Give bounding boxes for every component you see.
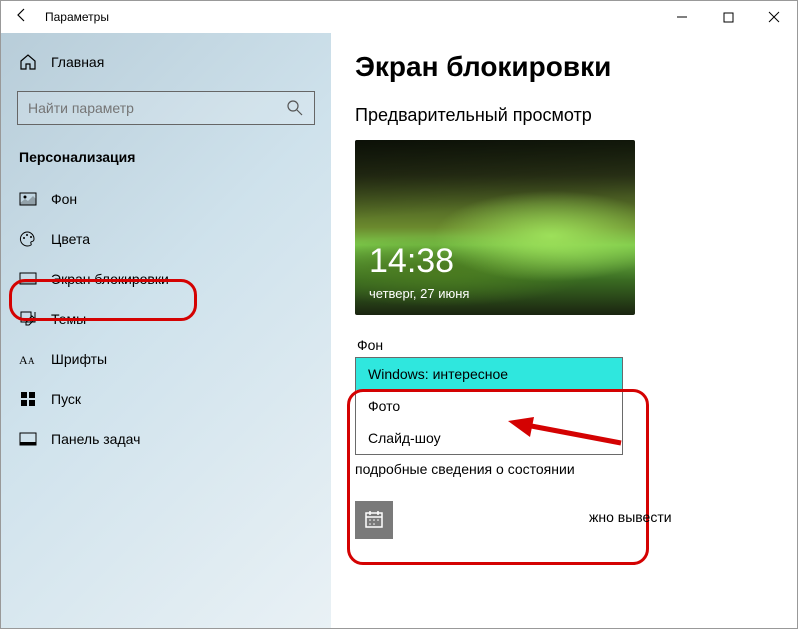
close-button[interactable] (751, 1, 797, 33)
sidebar-item-label: Фон (51, 191, 77, 207)
sidebar-item-lockscreen[interactable]: Экран блокировки (1, 259, 331, 299)
search-input[interactable] (28, 100, 286, 116)
titlebar: Параметры (1, 1, 797, 33)
start-icon (19, 390, 37, 408)
fonts-icon: AA (19, 350, 37, 368)
themes-icon (19, 310, 37, 328)
taskbar-icon (19, 430, 37, 448)
calendar-app-button[interactable] (355, 501, 393, 539)
picture-icon (19, 190, 37, 208)
search-box[interactable] (17, 91, 315, 125)
home-label: Главная (51, 54, 104, 70)
sidebar-item-label: Цвета (51, 231, 90, 247)
sidebar-item-label: Панель задач (51, 431, 140, 447)
status-hint: подробные сведения о состоянии (355, 461, 773, 477)
sidebar-item-label: Шрифты (51, 351, 107, 367)
minimize-button[interactable] (659, 1, 705, 33)
preview-clock: 14:38 (369, 242, 454, 281)
sidebar-item-label: Темы (51, 311, 86, 327)
settings-window: Параметры Главная Пер (0, 0, 798, 629)
back-button[interactable] (7, 7, 37, 28)
lockscreen-icon (19, 270, 37, 288)
background-label: Фон (355, 337, 773, 353)
sidebar-item-label: Пуск (51, 391, 81, 407)
svg-text:A: A (19, 353, 28, 367)
content-pane: Экран блокировки Предварительный просмот… (331, 33, 797, 628)
sidebar-item-background[interactable]: Фон (1, 179, 331, 219)
home-nav[interactable]: Главная (1, 43, 331, 81)
search-icon (286, 99, 304, 117)
sidebar-item-taskbar[interactable]: Панель задач (1, 419, 331, 459)
dropdown-option-spotlight[interactable]: Windows: интересное (356, 358, 622, 390)
sidebar-item-themes[interactable]: Темы (1, 299, 331, 339)
palette-icon (19, 230, 37, 248)
partial-text: жно вывести (589, 509, 672, 525)
maximize-button[interactable] (705, 1, 751, 33)
preview-date: четверг, 27 июня (369, 286, 469, 301)
dropdown-option-photo[interactable]: Фото (356, 390, 622, 422)
sidebar: Главная Персонализация Фон Цвета Экран б… (1, 33, 331, 628)
dropdown-option-slideshow[interactable]: Слайд-шоу (356, 422, 622, 454)
page-title: Экран блокировки (355, 51, 773, 83)
lockscreen-preview: 14:38 четверг, 27 июня (355, 140, 635, 315)
sidebar-item-colors[interactable]: Цвета (1, 219, 331, 259)
home-icon (19, 53, 37, 71)
sidebar-item-fonts[interactable]: AA Шрифты (1, 339, 331, 379)
window-title: Параметры (45, 10, 109, 24)
background-dropdown[interactable]: Windows: интересное Фото Слайд-шоу (355, 357, 623, 455)
preview-label: Предварительный просмотр (355, 105, 773, 126)
sidebar-item-label: Экран блокировки (51, 271, 169, 287)
calendar-icon (364, 509, 384, 532)
svg-text:A: A (28, 356, 35, 366)
category-label: Персонализация (1, 143, 331, 179)
sidebar-item-start[interactable]: Пуск (1, 379, 331, 419)
